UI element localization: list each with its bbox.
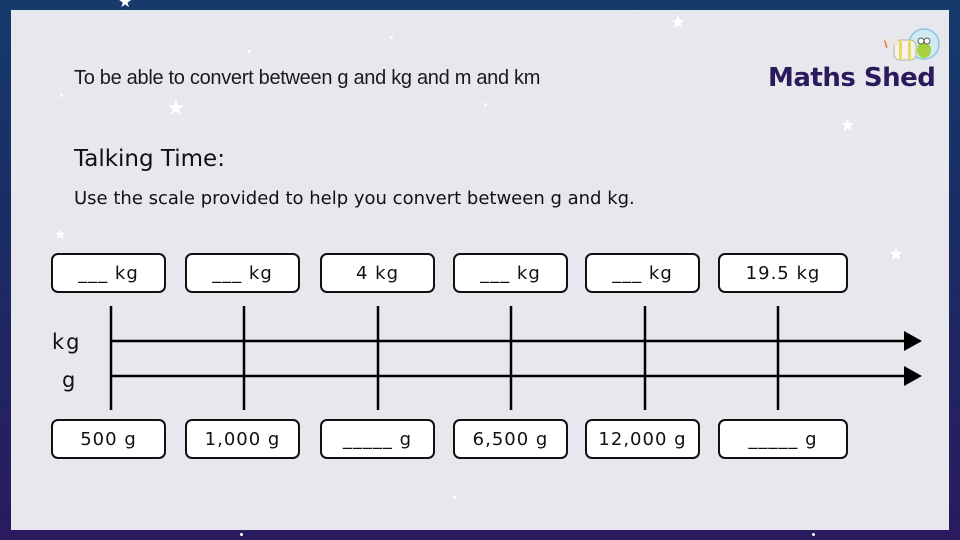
g-box[interactable]: _____ g	[320, 419, 435, 459]
double-number-line	[109, 306, 922, 410]
g-box: 12,000 g	[585, 419, 700, 459]
kg-arrowhead-icon	[904, 331, 922, 351]
g-box: 6,500 g	[453, 419, 568, 459]
g-box[interactable]: _____ g	[718, 419, 848, 459]
g-box: 1,000 g	[185, 419, 300, 459]
g-arrowhead-icon	[904, 366, 922, 386]
g-box: 500 g	[51, 419, 166, 459]
